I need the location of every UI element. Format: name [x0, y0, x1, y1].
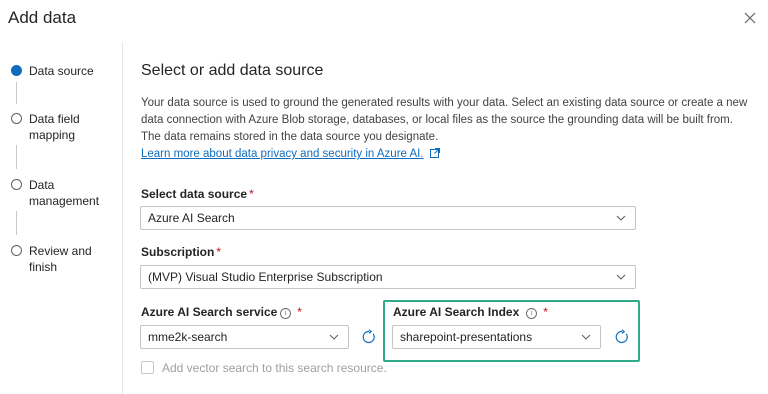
- step-data-source[interactable]: Data source: [29, 63, 114, 79]
- dialog-title: Add data: [8, 8, 77, 27]
- info-icon[interactable]: i: [526, 308, 538, 319]
- search-index-label: Azure AI Search Index i *: [393, 305, 548, 319]
- learn-more-link[interactable]: Learn more about data privacy and securi…: [141, 148, 424, 160]
- search-index-label-text: Azure AI Search Index: [393, 305, 520, 319]
- step-data-management[interactable]: Data management: [29, 177, 114, 209]
- subscription-label-text: Subscription: [141, 245, 215, 259]
- description-text: Your data source is used to ground the g…: [141, 97, 748, 143]
- chevron-down-icon: [616, 274, 626, 280]
- step-indicator: [11, 245, 22, 256]
- close-icon[interactable]: [742, 10, 758, 26]
- required-asterisk: *: [249, 187, 254, 201]
- subscription-label: Subscription *: [141, 245, 221, 259]
- search-index-select[interactable]: sharepoint-presentations: [392, 325, 601, 349]
- required-asterisk: *: [216, 245, 222, 259]
- data-source-select[interactable]: Azure AI Search: [140, 206, 636, 230]
- step-indicator-active: [11, 65, 22, 76]
- refresh-icon[interactable]: [361, 329, 377, 345]
- step-indicator: [11, 179, 22, 190]
- search-service-label-text: Azure AI Search service: [141, 305, 278, 319]
- chevron-down-icon: [581, 334, 591, 340]
- required-asterisk: *: [297, 305, 302, 319]
- data-source-label-text: Select data source: [141, 187, 248, 201]
- step-review-and-finish[interactable]: Review and finish: [29, 243, 114, 275]
- chevron-down-icon: [616, 215, 626, 221]
- info-icon[interactable]: i: [280, 308, 292, 319]
- step-data-field-mapping[interactable]: Data field mapping: [29, 111, 114, 143]
- search-service-label: Azure AI Search service i *: [141, 305, 302, 319]
- data-source-label: Select data source *: [141, 187, 254, 201]
- step-connector: [16, 82, 17, 104]
- search-service-select[interactable]: mme2k-search: [140, 325, 349, 349]
- external-link-icon[interactable]: [429, 148, 440, 158]
- subscription-value: (MVP) Visual Studio Enterprise Subscript…: [148, 270, 383, 284]
- step-connector: [16, 145, 17, 169]
- page-heading: Select or add data source: [141, 62, 324, 79]
- search-service-value: mme2k-search: [148, 330, 228, 344]
- subscription-select[interactable]: (MVP) Visual Studio Enterprise Subscript…: [140, 265, 636, 289]
- required-asterisk: *: [543, 305, 548, 319]
- chevron-down-icon: [329, 334, 339, 340]
- step-indicator: [11, 113, 22, 124]
- panel-divider: [122, 42, 123, 394]
- refresh-icon[interactable]: [614, 329, 630, 345]
- data-source-value: Azure AI Search: [148, 211, 235, 225]
- step-connector: [16, 211, 17, 235]
- search-index-value: sharepoint-presentations: [400, 330, 533, 344]
- description: Your data source is used to ground the g…: [141, 95, 753, 163]
- vector-search-checkbox[interactable]: [141, 361, 154, 374]
- vector-search-label: Add vector search to this search resourc…: [162, 361, 387, 375]
